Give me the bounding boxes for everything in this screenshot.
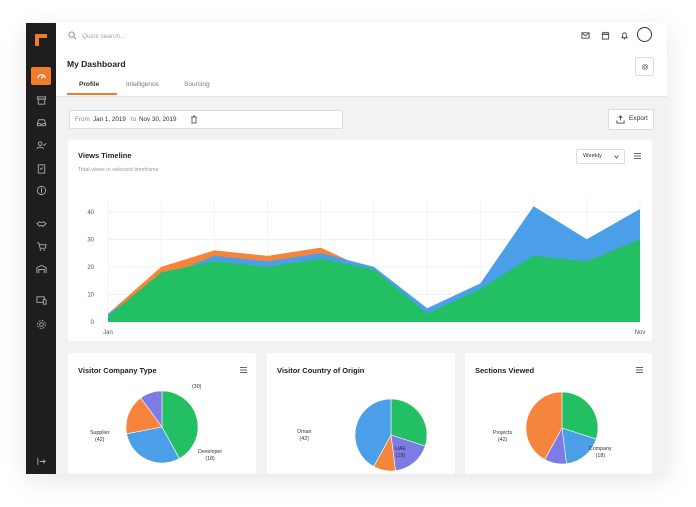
handshake-icon: [35, 220, 47, 227]
pie-label-projects: Projects (42): [493, 430, 513, 443]
date-from: Jan 1, 2019: [93, 116, 126, 123]
devices-icon: [35, 295, 47, 305]
y-tick-label: 0: [91, 320, 95, 326]
x-tick-label: Jan: [103, 330, 113, 336]
sidebar-item-cart[interactable]: [31, 237, 51, 255]
date-from-label: From: [75, 116, 90, 123]
pie-label-uae: UAE (18): [395, 446, 406, 459]
visitor-country-card: Visitor Country of Origin Oman (42) UAE (1…: [267, 353, 455, 474]
visitor-company-card: Visitor Company Type Supplier (42) Develo…: [68, 353, 256, 474]
date-range-picker[interactable]: From Jan 1, 2019 to Nov 30, 2019: [69, 110, 343, 129]
pie-label-oman: Oman (42): [297, 429, 312, 442]
page-header: My Dashboard Profile Intelligence Sourci…: [56, 48, 667, 97]
y-tick-label: 30: [87, 237, 94, 243]
export-button[interactable]: Export: [608, 109, 654, 130]
y-tick-label: 20: [87, 265, 94, 271]
export-icon: [616, 115, 625, 124]
x-tick-label: Nov: [635, 330, 646, 336]
visitor-country-pie: [354, 398, 428, 472]
dashboard-icon: [36, 73, 46, 79]
sidebar: [26, 23, 56, 474]
sidebar-item-archive[interactable]: [31, 91, 51, 109]
sidebar-item-logout[interactable]: [31, 452, 51, 470]
settings-icon: [36, 319, 46, 329]
sidebar-item-devices[interactable]: [31, 291, 51, 309]
gear-icon: [641, 63, 648, 70]
inbox-icon: [36, 118, 46, 126]
avatar[interactable]: [637, 27, 652, 42]
y-tick-label: 10: [87, 292, 94, 298]
date-to: Nov 30, 2019: [139, 116, 177, 123]
visitor-company-pie: [125, 390, 199, 464]
warehouse-icon: [35, 264, 47, 273]
sidebar-item-settings[interactable]: [31, 315, 51, 333]
search-input[interactable]: [80, 27, 284, 45]
calendar-icon[interactable]: [601, 31, 610, 40]
pie-label-supplier: Supplier (42): [90, 430, 110, 443]
tab-profile[interactable]: Profile: [79, 81, 99, 88]
cart-icon: [36, 241, 47, 251]
export-label: Export: [629, 115, 648, 122]
sidebar-item-inbox[interactable]: [31, 113, 51, 131]
sections-viewed-pie: [525, 391, 599, 465]
views-timeline-card: Views Timeline Total views in selected t…: [68, 140, 652, 341]
logout-icon: [36, 457, 46, 465]
clipboard-icon: [37, 163, 45, 174]
tab-intelligence[interactable]: Intelligence: [126, 81, 159, 88]
pie-label-developer: Developer (18): [198, 449, 223, 462]
page-title: My Dashboard: [67, 59, 126, 69]
y-tick-label: 40: [87, 210, 94, 216]
archive-icon: [36, 95, 46, 105]
sidebar-item-warehouse[interactable]: [31, 260, 51, 278]
sidebar-item-finance[interactable]: [31, 181, 51, 199]
sidebar-item-tasks[interactable]: [31, 159, 51, 177]
dollar-icon: [36, 185, 46, 195]
top-bar: [56, 23, 667, 49]
trash-icon[interactable]: [190, 115, 198, 124]
sections-viewed-card: Sections Viewed Projects (42) Company (18): [465, 353, 652, 474]
user-check-icon: [35, 140, 46, 149]
date-to-label: to: [131, 116, 137, 123]
sidebar-item-dashboard[interactable]: [31, 67, 51, 85]
app-window: My Dashboard Profile Intelligence Sourci…: [26, 23, 667, 474]
logo-icon: [35, 34, 47, 46]
active-tab-indicator: [67, 93, 117, 95]
pie-label-company: Company (18): [589, 446, 612, 459]
pie-label-value: (30): [192, 384, 202, 390]
bell-icon[interactable]: [620, 31, 629, 40]
search-icon: [68, 31, 77, 40]
views-timeline-chart: 0 10 20 30 40 Jan Nov: [87, 198, 646, 336]
settings-button[interactable]: [635, 57, 654, 76]
sidebar-item-deals[interactable]: [31, 215, 51, 233]
tab-sourcing[interactable]: Sourcing: [184, 81, 210, 88]
mail-icon[interactable]: [581, 31, 590, 40]
sidebar-item-users[interactable]: [31, 136, 51, 154]
